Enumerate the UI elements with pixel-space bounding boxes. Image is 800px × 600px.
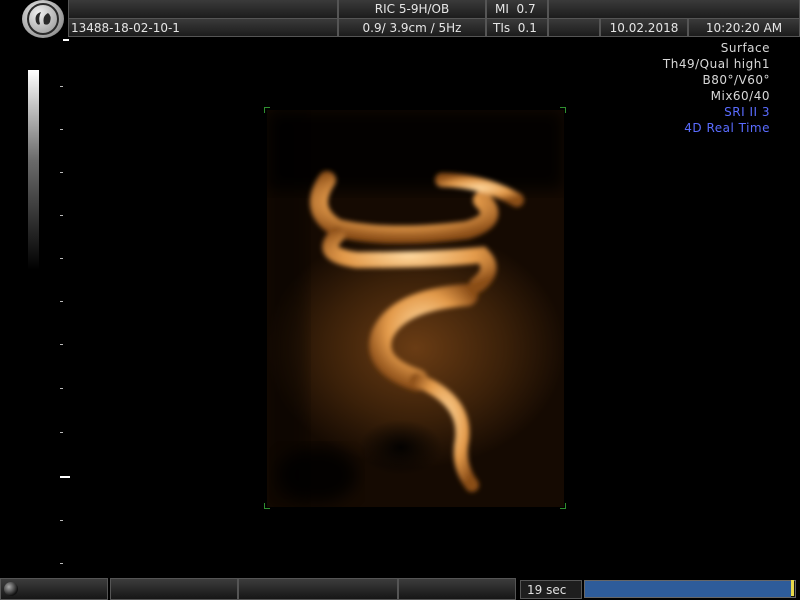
angle-setting: B80°/V60°	[702, 73, 770, 87]
settings-panel: Surface Th49/Qual high1 B80°/V60° Mix60/…	[663, 40, 770, 136]
cine-progress-fill	[585, 581, 791, 597]
patient-id: 13488-18-02-10-1	[68, 19, 338, 37]
sri-setting: SRI II 3	[724, 105, 770, 119]
tis-readout: TIs 0.1	[486, 19, 548, 37]
ge-logo-icon	[22, 0, 64, 38]
depth-tick	[60, 172, 63, 173]
mix-setting: Mix60/40	[710, 89, 770, 103]
mi-value: 0.7	[516, 2, 536, 16]
progress-end-marker	[791, 580, 794, 596]
depth-tick	[60, 258, 63, 259]
header-blank-left	[68, 0, 338, 19]
exam-time: 10:20:20 AM	[688, 19, 800, 37]
mi-label: MI	[495, 2, 509, 16]
depth-tick	[60, 129, 63, 130]
cine-progress-bar[interactable]	[584, 580, 796, 598]
top-marker	[63, 39, 69, 41]
header-blank-right	[548, 0, 800, 19]
ultrasound-3d-render[interactable]	[267, 110, 564, 507]
depth-tick	[60, 344, 63, 345]
depth-tick-major	[60, 476, 70, 478]
footer-tab-2[interactable]	[238, 578, 398, 600]
scan-mode: 4D Real Time	[684, 121, 770, 135]
trackball-icon[interactable]	[4, 582, 18, 596]
footer-tab-3[interactable]	[398, 578, 516, 600]
quality-setting: Th49/Qual high1	[662, 57, 770, 71]
gray-scale-bar	[28, 70, 39, 270]
mi-readout: MI 0.7	[486, 0, 548, 19]
depth-tick	[60, 432, 63, 433]
footer-left-panel	[0, 578, 108, 600]
tis-label: TIs	[493, 21, 511, 35]
tis-value: 0.1	[517, 21, 537, 35]
depth-tick	[60, 301, 63, 302]
depth-tick	[60, 388, 63, 389]
probe-label: RIC 5-9H/OB	[338, 0, 486, 19]
depth-tick	[60, 86, 63, 87]
depth-frequency: 0.9/ 3.9cm / 5Hz	[338, 19, 486, 37]
header-blank-mid	[548, 19, 600, 37]
render-structure	[267, 110, 564, 507]
exam-date: 10.02.2018	[600, 19, 688, 37]
cine-timer: 19 sec	[520, 580, 582, 599]
render-mode: Surface	[720, 41, 770, 55]
depth-tick	[60, 520, 63, 521]
depth-tick	[60, 215, 63, 216]
depth-tick	[60, 563, 63, 564]
footer-tab-1[interactable]	[110, 578, 238, 600]
